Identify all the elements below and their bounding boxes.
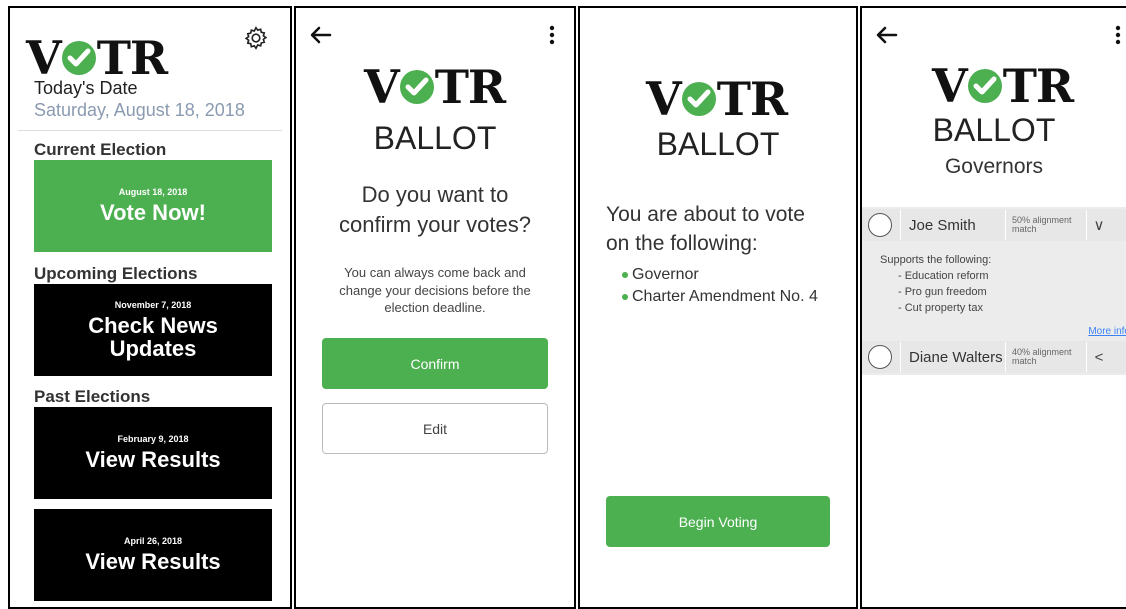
upcoming-elections-heading: Upcoming Elections xyxy=(34,264,198,283)
candidate-details: Supports the following: - Education refo… xyxy=(880,253,992,317)
card-date: August 18, 2018 xyxy=(118,187,188,198)
radio-button[interactable] xyxy=(868,345,892,369)
back-button[interactable] xyxy=(872,22,902,48)
card-action-line2: Updates xyxy=(109,336,197,361)
radio-button[interactable] xyxy=(868,213,892,237)
candidate-name: Joe Smith xyxy=(909,216,976,234)
subtext-line: election deadline. xyxy=(384,300,486,316)
check-circle-icon xyxy=(399,70,434,104)
today-date: Saturday, August 18, 2018 xyxy=(34,100,245,120)
bullet-icon xyxy=(622,294,628,300)
past-elections-heading: Past Elections xyxy=(34,387,151,406)
candidate-row[interactable]: Joe Smith 50% alignment match ∨ xyxy=(862,209,1126,241)
check-circle-icon xyxy=(61,41,96,75)
confirm-subtext: You can always come back and change your… xyxy=(326,264,544,317)
current-election-heading: Current Election xyxy=(34,140,167,159)
arrow-left-icon xyxy=(310,26,332,44)
intro-text: You are about to vote on the following: xyxy=(606,200,846,259)
ballot-intro-screen: V TR BALLOT You are about to vote on the… xyxy=(578,6,858,609)
list-item: Charter Amendment No. 4 xyxy=(622,286,818,308)
confirm-button[interactable]: Confirm xyxy=(322,338,548,389)
candidate-name: Diane Walters xyxy=(909,348,1003,366)
today-label: Today's Date xyxy=(34,78,138,98)
question-line: confirm your votes? xyxy=(339,211,531,237)
logo-letters-tr: TR xyxy=(1002,59,1074,113)
logo-letter-v: V xyxy=(26,31,62,85)
card-action: Vote Now! xyxy=(100,200,206,226)
list-item-label: Governor xyxy=(632,266,699,283)
subtext-line: change your decisions before the xyxy=(339,282,531,298)
list-item-label: Charter Amendment No. 4 xyxy=(632,288,818,305)
alignment-match: 40% alignment match xyxy=(1006,347,1086,367)
list-item: Governor xyxy=(622,264,818,286)
settings-button[interactable] xyxy=(242,24,270,52)
card-date: November 7, 2018 xyxy=(114,299,192,310)
race-category: Governors xyxy=(944,155,1044,178)
divider xyxy=(18,130,282,131)
details-heading: Supports the following: xyxy=(880,254,992,266)
past-results-card[interactable]: April 26, 2018 View Results xyxy=(34,509,272,601)
votr-logo: V TR xyxy=(932,59,1074,113)
chevron-left-icon[interactable]: < xyxy=(1087,349,1111,366)
more-vertical-icon xyxy=(549,25,555,45)
begin-voting-button[interactable]: Begin Voting xyxy=(606,496,830,547)
details-item: - Education reform xyxy=(898,269,989,282)
card-action: View Results xyxy=(85,549,221,575)
back-button[interactable] xyxy=(306,22,336,48)
menu-button[interactable] xyxy=(1108,22,1126,48)
confirm-question: Do you want to confirm your votes? xyxy=(296,180,574,239)
logo-letters-tr: TR xyxy=(434,60,506,114)
logo-letter-v: V xyxy=(932,59,968,113)
question-line: Do you want to xyxy=(361,182,509,207)
race-list: Governor Charter Amendment No. 4 xyxy=(622,264,818,308)
chevron-down-icon[interactable]: ∨ xyxy=(1087,216,1111,234)
more-info-link[interactable]: More info xyxy=(1088,326,1126,337)
logo-letters-tr: TR xyxy=(716,72,788,126)
alignment-line: match xyxy=(1012,224,1037,234)
check-circle-icon xyxy=(681,82,716,116)
card-action: View Results xyxy=(85,447,221,473)
candidate-list: Joe Smith 50% alignment match ∨ Supports… xyxy=(862,207,1126,375)
alignment-line: match xyxy=(1012,356,1037,366)
votr-logo: V TR xyxy=(646,72,788,126)
arrow-left-icon xyxy=(876,26,898,44)
intro-line: on the following: xyxy=(606,232,758,256)
card-action-line1: Check News xyxy=(88,312,218,338)
votr-logo: V TR xyxy=(26,31,168,85)
logo-letter-v: V xyxy=(364,60,400,114)
bullet-icon xyxy=(622,272,628,278)
more-vertical-icon xyxy=(1115,25,1121,45)
gear-icon xyxy=(244,26,268,50)
logo-letter-v: V xyxy=(646,72,682,126)
check-circle-icon xyxy=(967,69,1002,103)
vote-now-card[interactable]: August 18, 2018 Vote Now! xyxy=(34,160,272,252)
alignment-match: 50% alignment match xyxy=(1006,215,1086,235)
menu-button[interactable] xyxy=(540,22,564,48)
votr-logo: V TR xyxy=(364,60,506,114)
ballot-title: BALLOT xyxy=(656,126,780,162)
intro-line: You are about to vote xyxy=(606,203,805,226)
past-results-card[interactable]: February 9, 2018 View Results xyxy=(34,407,272,499)
subtext-line: You can always come back and xyxy=(344,265,526,280)
logo-letters-tr: TR xyxy=(96,31,168,85)
ballot-title: BALLOT xyxy=(373,120,497,156)
details-item: - Pro gun freedom xyxy=(898,285,987,298)
race-screen: V TR BALLOT Governors Joe Smith 50% alig… xyxy=(860,6,1126,609)
edit-button[interactable]: Edit xyxy=(322,403,548,454)
candidate-row[interactable]: Diane Walters 40% alignment match < xyxy=(862,341,1126,373)
details-item: - Cut property tax xyxy=(898,301,983,314)
home-screen: V TR Today's Date Saturday, August 18, 2… xyxy=(8,6,292,609)
card-date: February 9, 2018 xyxy=(117,434,189,445)
confirm-screen: V TR BALLOT Do you want to confirm your … xyxy=(294,6,576,609)
check-news-card[interactable]: November 7, 2018 Check News Updates xyxy=(34,284,272,376)
ballot-title: BALLOT xyxy=(932,112,1056,148)
card-date: April 26, 2018 xyxy=(123,536,183,547)
